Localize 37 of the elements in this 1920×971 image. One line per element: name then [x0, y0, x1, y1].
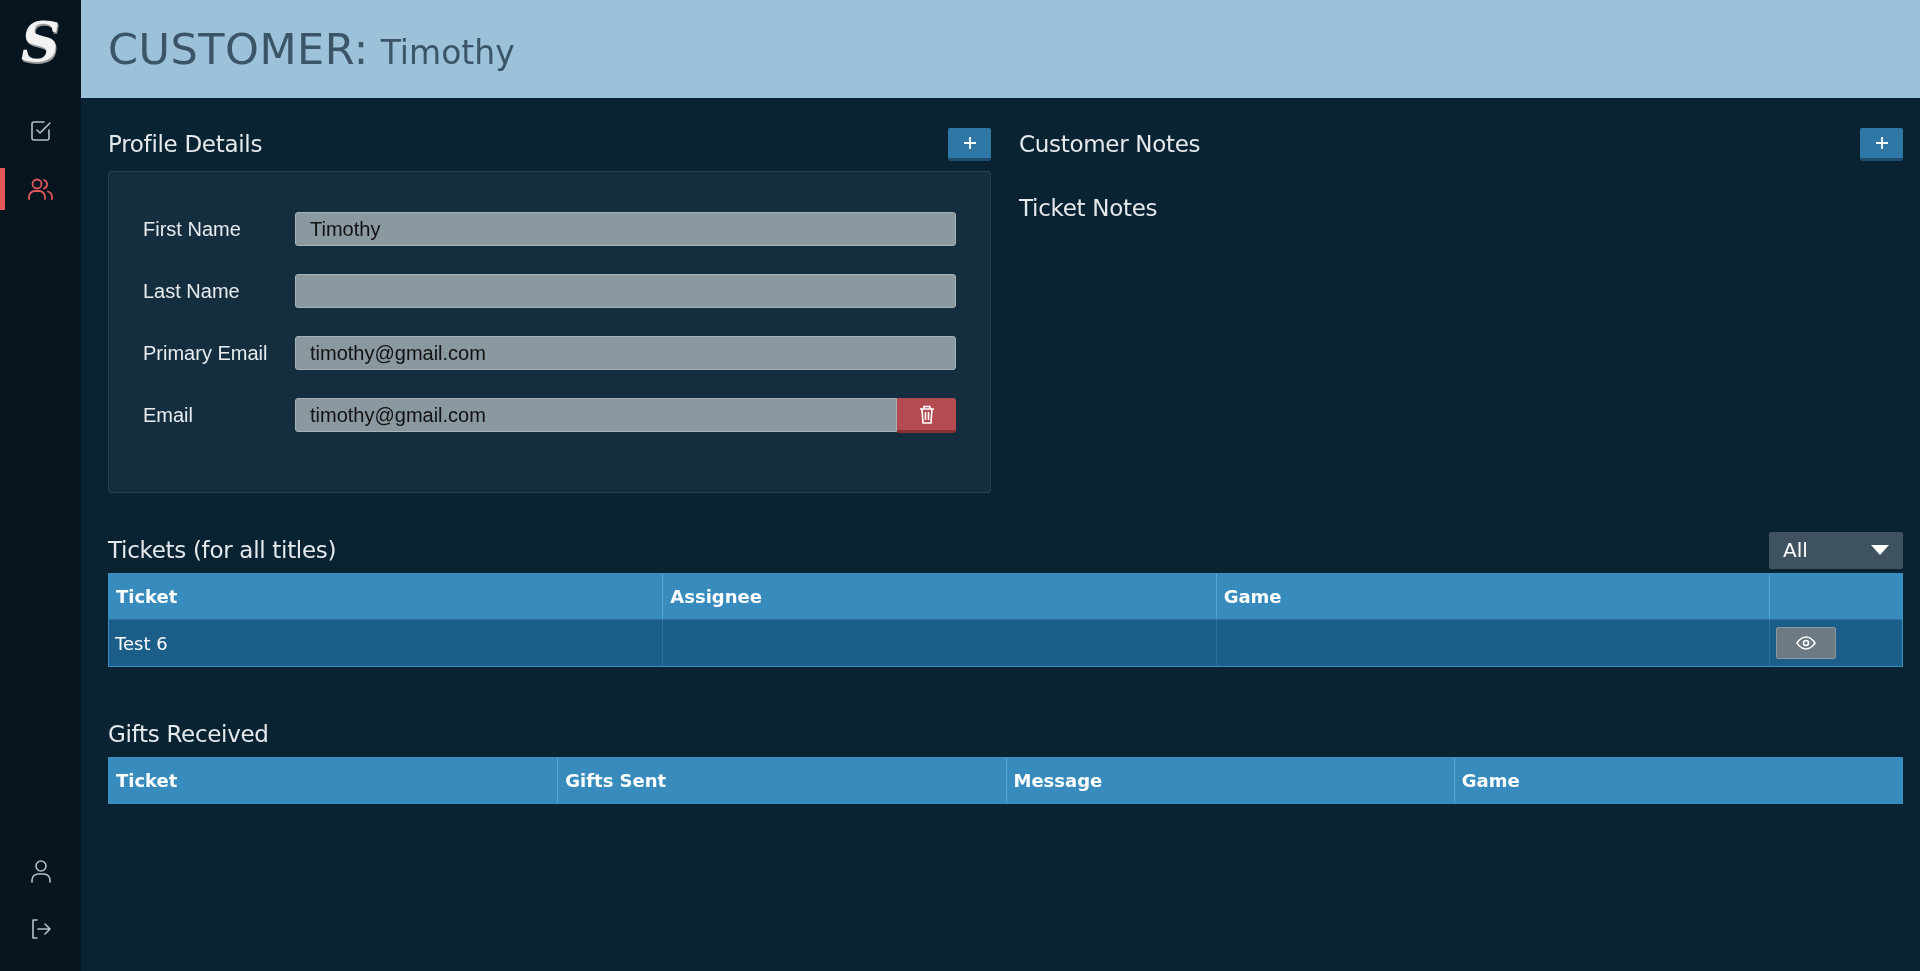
checkbox-icon[interactable]: [28, 119, 53, 143]
table-cell: Test 6: [109, 619, 663, 666]
section-heading: Customer Notes: [1019, 131, 1201, 157]
users-icon[interactable]: [26, 177, 55, 201]
text-field[interactable]: timothy@gmail.com: [295, 398, 897, 432]
field-label: Primary Email: [143, 341, 269, 365]
logo: S: [21, 12, 60, 72]
caret-icon: [1871, 545, 1889, 555]
view-button[interactable]: [1776, 627, 1836, 659]
column-header: Gifts Sent: [557, 758, 1006, 803]
add-button[interactable]: [1860, 127, 1903, 161]
field-label: Last Name: [143, 279, 241, 303]
section-heading: Profile Details: [108, 131, 263, 157]
field-label: First Name: [143, 217, 242, 241]
column-header: Game: [1453, 758, 1902, 803]
customer-name: Timothy: [380, 32, 515, 72]
eye-icon: [1796, 636, 1816, 650]
text-field[interactable]: [295, 274, 956, 308]
section-heading: Tickets (for all titles): [108, 537, 337, 563]
user-icon[interactable]: [29, 859, 52, 883]
page-title: CUSTOMER:: [108, 24, 369, 74]
filter-dropdown[interactable]: All: [1769, 531, 1903, 569]
column-header: Ticket: [109, 758, 558, 803]
plus-icon: [962, 135, 977, 150]
column-header: Ticket: [109, 574, 663, 619]
section-heading: Ticket Notes: [1019, 195, 1159, 221]
column-header: Assignee: [662, 574, 1216, 619]
field-label: Email: [143, 403, 194, 427]
column-header: Game: [1215, 574, 1769, 619]
column-header: Message: [1005, 758, 1454, 803]
text-field[interactable]: timothy@gmail.com: [295, 336, 956, 370]
text-field[interactable]: Timothy: [295, 212, 956, 246]
plus-icon: [1874, 135, 1889, 150]
trash-icon: [918, 404, 935, 424]
section-heading: Gifts Received: [108, 721, 269, 747]
delete-button[interactable]: [897, 398, 956, 433]
add-button[interactable]: [948, 127, 991, 161]
